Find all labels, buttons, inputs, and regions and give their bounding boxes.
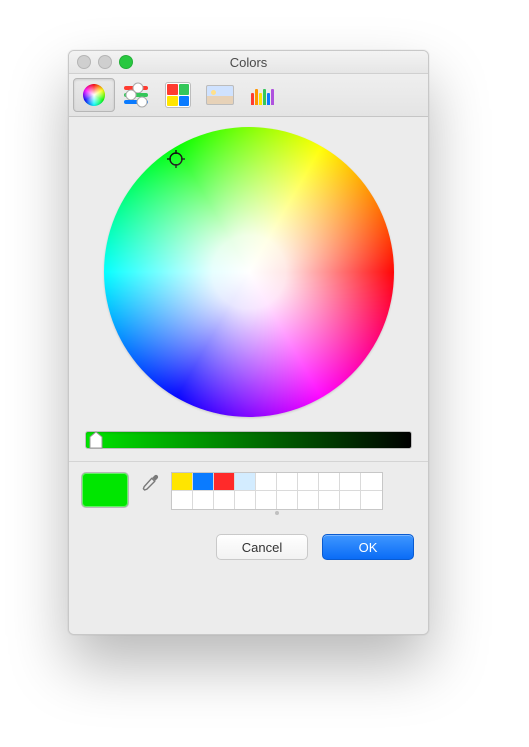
- swatch-cell[interactable]: [319, 491, 340, 509]
- zoom-button[interactable]: [119, 55, 133, 69]
- close-button[interactable]: [77, 55, 91, 69]
- swatch-cell[interactable]: [298, 491, 319, 509]
- image-palettes-icon: [206, 85, 234, 105]
- current-color-well[interactable]: [81, 472, 129, 508]
- titlebar: Colors: [69, 51, 428, 74]
- tab-pencils[interactable]: [241, 78, 283, 112]
- swatch-cell[interactable]: [172, 491, 193, 509]
- swatch-cell[interactable]: [214, 491, 235, 509]
- swatch-cell[interactable]: [193, 491, 214, 509]
- color-wheel[interactable]: [104, 127, 394, 417]
- swatch-cell[interactable]: [340, 473, 361, 491]
- swatch-cell[interactable]: [256, 491, 277, 509]
- cancel-button[interactable]: Cancel: [216, 534, 308, 560]
- swatch-cell[interactable]: [256, 473, 277, 491]
- swatch-page-indicator: [171, 508, 383, 518]
- eyedropper-icon: [140, 473, 160, 493]
- tab-image-palettes[interactable]: [199, 78, 241, 112]
- swatch-cell[interactable]: [277, 473, 298, 491]
- wheel-crosshair-icon: [167, 150, 185, 168]
- swatch-cell[interactable]: [214, 473, 235, 491]
- brightness-thumb[interactable]: [88, 431, 104, 449]
- picker-body: Cancel OK: [69, 117, 428, 634]
- swatch-cell[interactable]: [172, 473, 193, 491]
- swatch-cell[interactable]: [235, 491, 256, 509]
- minimize-button[interactable]: [98, 55, 112, 69]
- swatch-section: [69, 462, 428, 524]
- swatch-cell[interactable]: [361, 491, 382, 509]
- swatch-cell[interactable]: [235, 473, 256, 491]
- tab-color-sliders[interactable]: [115, 78, 157, 112]
- saved-swatches-grid[interactable]: [171, 472, 383, 510]
- pencils-icon: [250, 85, 274, 105]
- tab-color-wheel[interactable]: [73, 78, 115, 112]
- eyedropper-button[interactable]: [139, 472, 161, 494]
- ok-button[interactable]: OK: [322, 534, 414, 560]
- picker-mode-tabs: [69, 74, 428, 117]
- swatch-cell[interactable]: [340, 491, 361, 509]
- swatch-cell[interactable]: [361, 473, 382, 491]
- dialog-buttons: Cancel OK: [69, 524, 428, 576]
- tab-color-palettes[interactable]: [157, 78, 199, 112]
- swatch-cell[interactable]: [319, 473, 340, 491]
- swatch-cell[interactable]: [193, 473, 214, 491]
- brightness-slider[interactable]: [85, 431, 412, 449]
- swatch-cell[interactable]: [277, 491, 298, 509]
- swatch-cell[interactable]: [298, 473, 319, 491]
- palettes-icon: [165, 82, 191, 108]
- traffic-lights: [77, 51, 133, 73]
- color-wheel-icon: [83, 84, 105, 106]
- color-wheel-area: [69, 117, 428, 423]
- colors-window: Colors: [68, 50, 429, 635]
- brightness-slider-area: [69, 423, 428, 461]
- sliders-icon: [124, 86, 148, 104]
